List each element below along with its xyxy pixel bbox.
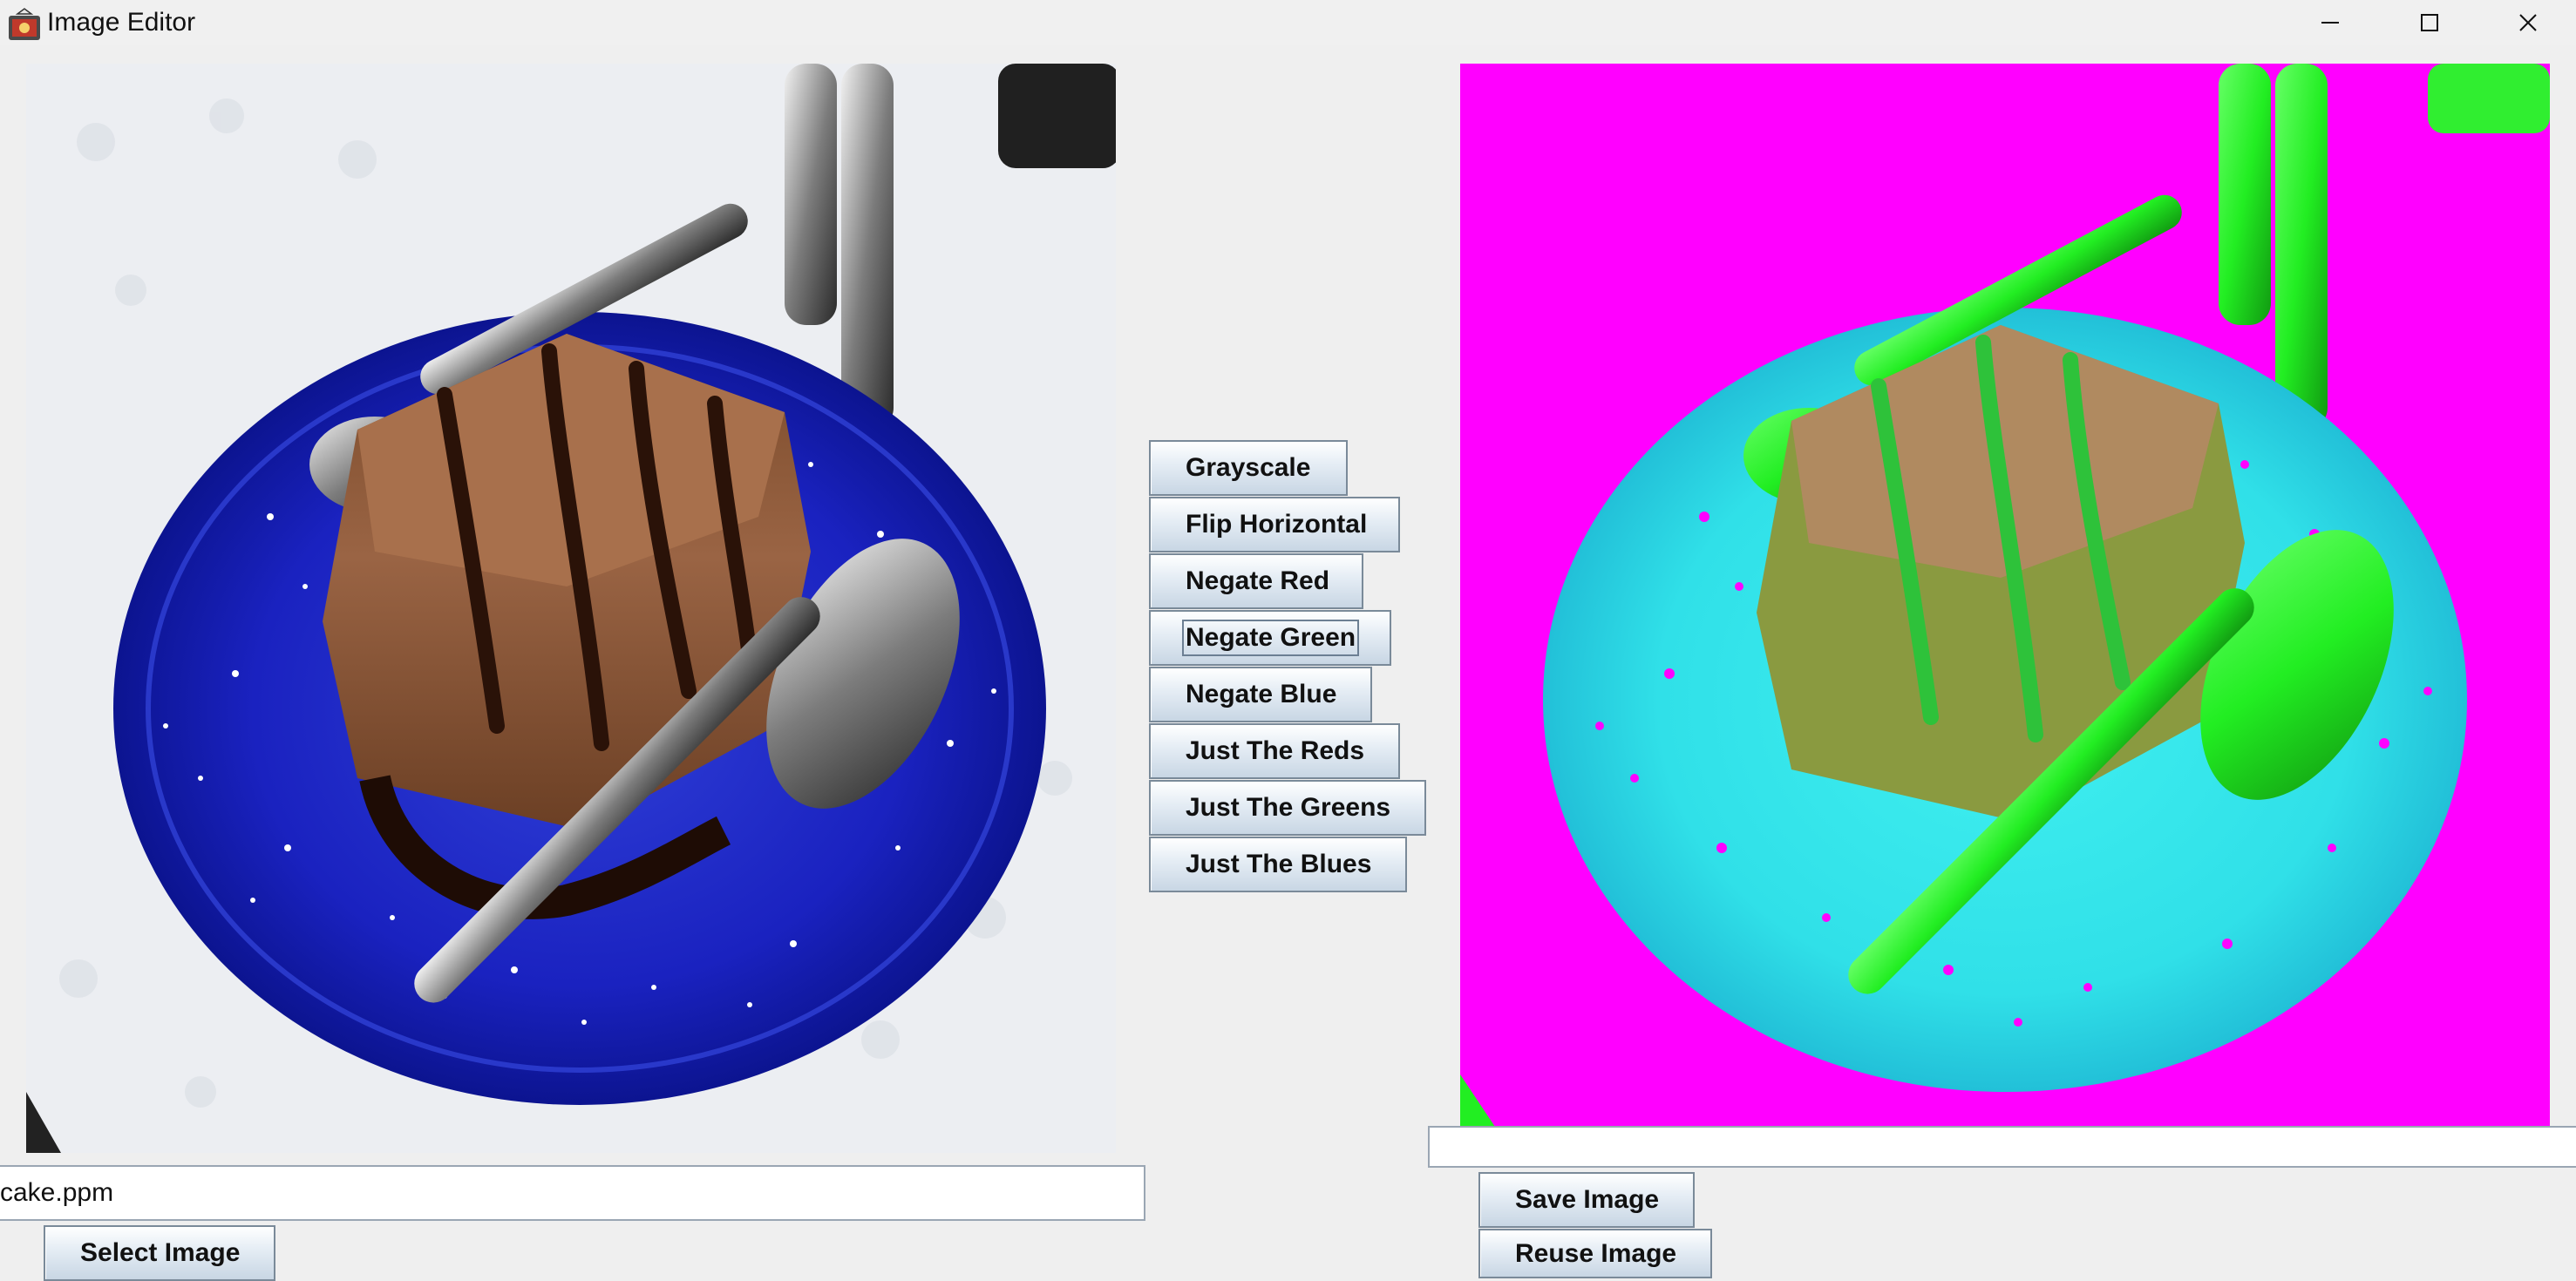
negate-green-button[interactable]: Negate Green <box>1149 610 1391 666</box>
reuse-image-label: Reuse Image <box>1515 1238 1677 1268</box>
grayscale-button[interactable]: Grayscale <box>1149 440 1348 496</box>
negate-blue-button[interactable]: Negate Blue <box>1149 667 1372 722</box>
negate-red-button[interactable]: Negate Red <box>1149 553 1363 609</box>
flip-horizontal-button[interactable]: Flip Horizontal <box>1149 497 1400 552</box>
filename-input[interactable]: cake.ppm <box>0 1165 1145 1221</box>
reuse-image-button[interactable]: Reuse Image <box>1478 1229 1712 1278</box>
negate-blue-label: Negate Blue <box>1186 680 1337 708</box>
close-icon <box>2519 14 2537 31</box>
negate-red-label: Negate Red <box>1186 566 1330 595</box>
original-image <box>26 64 1116 1153</box>
filename-value: cake.ppm <box>0 1178 114 1207</box>
just-the-reds-label: Just The Reds <box>1186 736 1365 765</box>
select-image-button[interactable]: Select Image <box>44 1225 275 1281</box>
minimize-icon <box>2321 22 2339 24</box>
maximize-icon <box>2421 14 2438 31</box>
just-the-greens-label: Just The Greens <box>1186 793 1391 822</box>
just-the-blues-label: Just The Blues <box>1186 850 1372 878</box>
title-bar: Image Editor <box>0 0 2576 45</box>
window-title: Image Editor <box>47 8 196 37</box>
negate-green-label: Negate Green <box>1181 620 1360 656</box>
flip-horizontal-label: Flip Horizontal <box>1186 510 1368 539</box>
maximize-button[interactable] <box>2382 0 2477 45</box>
just-the-greens-button[interactable]: Just The Greens <box>1149 780 1426 836</box>
save-image-button[interactable]: Save Image <box>1478 1172 1695 1228</box>
close-button[interactable] <box>2480 0 2576 45</box>
just-the-blues-button[interactable]: Just The Blues <box>1149 837 1407 892</box>
minimize-button[interactable] <box>2282 0 2378 45</box>
save-image-label: Save Image <box>1515 1185 1660 1214</box>
processed-image <box>1460 64 2550 1127</box>
select-image-label: Select Image <box>80 1238 241 1267</box>
java-app-icon <box>9 8 40 40</box>
just-the-reds-button[interactable]: Just The Reds <box>1149 723 1400 779</box>
output-filename-input[interactable] <box>1428 1126 2576 1168</box>
grayscale-label: Grayscale <box>1186 453 1311 482</box>
